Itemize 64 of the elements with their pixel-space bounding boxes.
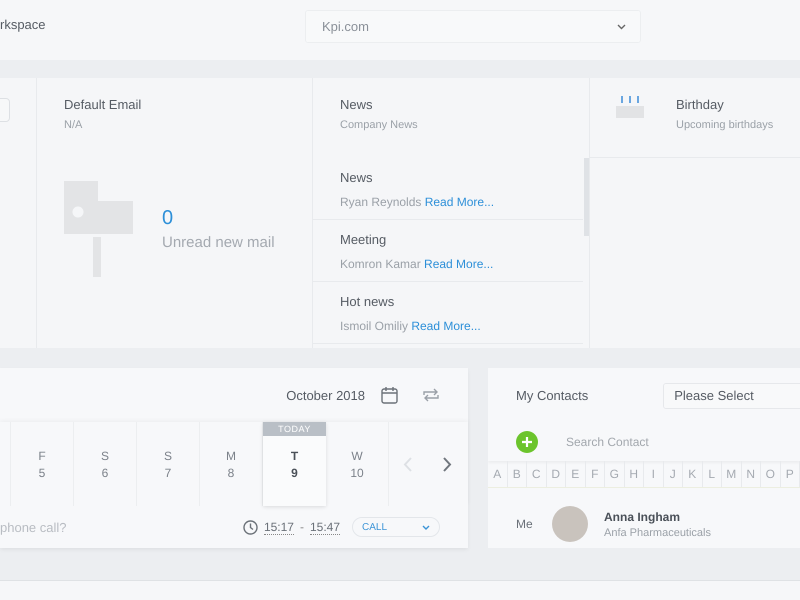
search-contact-field[interactable]: Search Contact (566, 435, 649, 449)
swap-icon[interactable] (422, 387, 440, 403)
avatar-placeholder (552, 506, 588, 542)
day-cell[interactable]: S 6 (74, 422, 137, 506)
alphabet-letter[interactable]: C (527, 461, 546, 487)
clock-icon (242, 520, 258, 534)
day-cell[interactable]: TODAY T 9 (263, 422, 326, 506)
news-byline: Ryan Reynolds Read More... (340, 195, 496, 209)
alphabet-letter[interactable]: H (624, 461, 644, 487)
news-subtitle: Company News (340, 119, 419, 131)
workspace-label: rkspace (0, 17, 46, 32)
alphabet-letter[interactable]: I (644, 461, 664, 487)
caret-icon (422, 524, 430, 530)
day-cell[interactable]: W 10 (326, 422, 389, 506)
unread-label: Unread new mail (162, 234, 275, 251)
alphabet-letter[interactable]: O (761, 461, 780, 487)
news-item-title: Hot news (340, 294, 396, 309)
contact-company: Anfa Pharmaceuticals (604, 526, 711, 538)
plus-icon (521, 436, 533, 448)
day-cell[interactable]: F 5 (11, 422, 74, 506)
contact-name[interactable]: Anna Ingham (604, 510, 711, 524)
birthday-subtitle: Upcoming birthdays (676, 119, 774, 131)
news-item-title: Meeting (340, 232, 388, 247)
today-banner: TODAY (263, 422, 326, 436)
alphabet-letter[interactable]: K (683, 461, 702, 487)
alphabet-letter[interactable]: L (702, 461, 722, 487)
chevron-left-icon[interactable] (403, 456, 412, 472)
read-more-link[interactable]: Read More... (411, 319, 481, 333)
contacts-filter-select[interactable]: Please Select (663, 382, 800, 408)
contacts-title: My Contacts (516, 388, 588, 403)
alphabet-letter[interactable]: D (546, 461, 566, 487)
news-byline: Komron Kamar Read More... (340, 257, 494, 271)
alphabet-letter[interactable]: P (780, 461, 800, 487)
month-label: October 2018 (286, 388, 365, 402)
email-title: Default Email (64, 97, 142, 112)
chevron-right-icon[interactable] (443, 456, 452, 472)
caret-icon (617, 24, 626, 30)
alphabet-letter[interactable]: M (722, 461, 742, 487)
contact-group-label: Me (516, 517, 534, 531)
email-value: N/A (64, 119, 84, 131)
alphabet-letter[interactable]: J (664, 461, 683, 487)
news-item-title: News (340, 170, 374, 185)
read-more-link[interactable]: Read More... (424, 257, 494, 271)
unread-count: 0 (162, 207, 174, 230)
day-cell[interactable]: S 7 (137, 422, 200, 506)
cake-icon (616, 94, 644, 118)
time-separator: - (300, 520, 304, 534)
call-type-select[interactable]: CALL (352, 517, 440, 537)
start-time[interactable]: 15:17 (264, 520, 294, 534)
news-byline: Ismoil Omiliy Read More... (340, 319, 482, 333)
birthday-title: Birthday (676, 97, 725, 112)
event-input-field[interactable]: phone call? (0, 520, 243, 534)
news-title: News (340, 97, 374, 112)
read-more-link[interactable]: Read More... (424, 195, 494, 209)
alphabet-letter[interactable]: G (605, 461, 624, 487)
domain-select[interactable]: Kpi.com (305, 10, 641, 43)
alphabet-letter[interactable]: E (566, 461, 586, 487)
end-time[interactable]: 15:47 (310, 520, 340, 534)
alphabet-letter[interactable]: F (586, 461, 605, 487)
add-contact-button[interactable] (516, 431, 538, 453)
calendar-icon (381, 386, 398, 404)
alphabet-letter[interactable]: A (488, 461, 508, 487)
alphabet-letter[interactable]: B (508, 461, 527, 487)
alphabet-letter[interactable]: N (742, 461, 761, 487)
